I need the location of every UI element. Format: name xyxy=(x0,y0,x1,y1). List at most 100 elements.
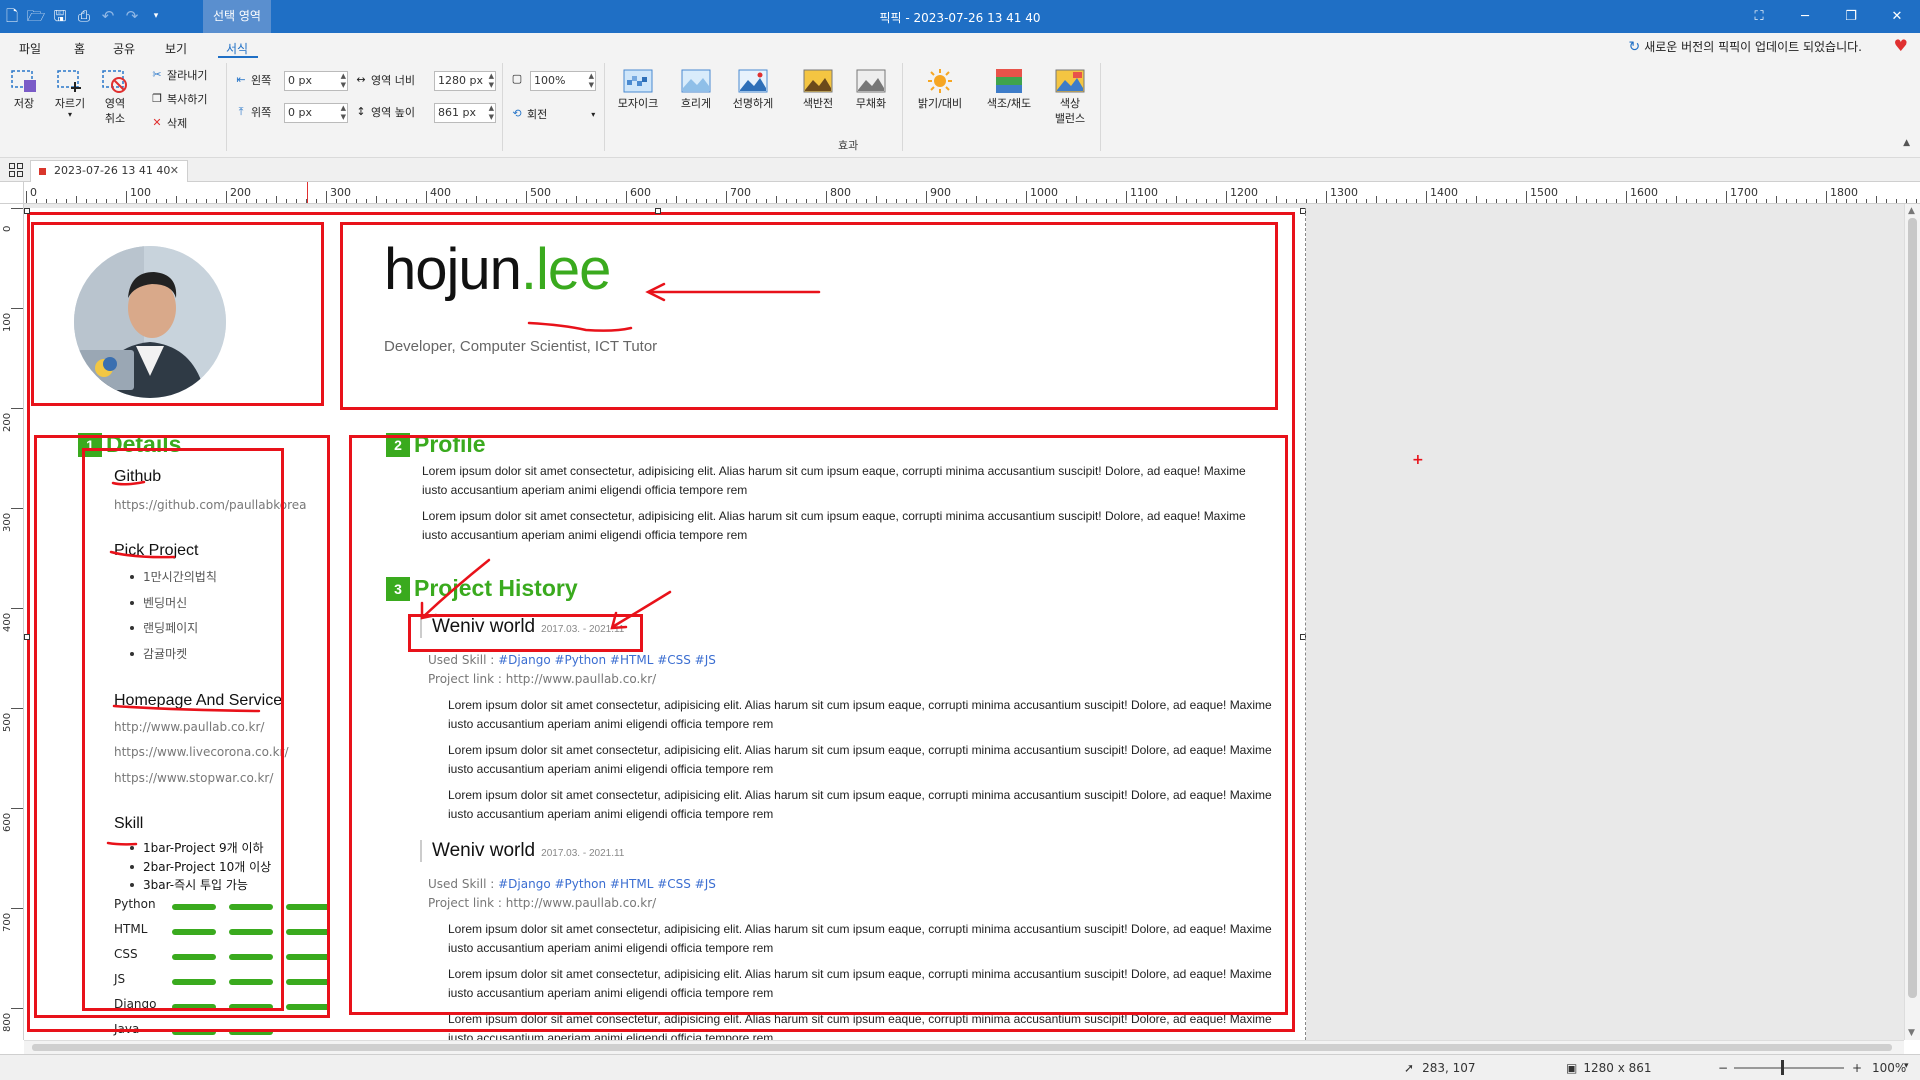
ruler-minor-tick xyxy=(1466,199,1467,203)
height-icon: ↕ xyxy=(356,105,366,118)
ruler-minor-tick xyxy=(276,196,277,203)
ruler-minor-tick xyxy=(1036,199,1037,203)
selection-handle[interactable] xyxy=(24,208,30,214)
horizontal-scrollbar[interactable] xyxy=(24,1040,1904,1054)
ruler-minor-tick xyxy=(1556,199,1557,203)
scroll-down-icon[interactable]: ▼ xyxy=(1908,1028,1915,1038)
menu-view[interactable]: 보기 xyxy=(165,40,187,57)
copy-button[interactable]: ❐ 복사하기 xyxy=(150,91,207,107)
zoom-slider-track[interactable] xyxy=(1734,1067,1844,1069)
ruler-minor-tick xyxy=(1216,199,1217,203)
scroll-up-icon[interactable]: ▲ xyxy=(1908,206,1915,216)
selection-handle[interactable] xyxy=(655,208,661,214)
crop-button[interactable]: 자르기 ▾ xyxy=(52,68,88,119)
ruler-minor-tick xyxy=(596,199,597,203)
selection-handle[interactable] xyxy=(24,634,30,640)
zoom-input[interactable]: 100% ▲ ▼ xyxy=(530,71,596,91)
ruler-tick xyxy=(726,191,727,203)
mosaic-button[interactable]: 모자이크 xyxy=(614,68,662,111)
ruler-minor-tick xyxy=(1686,199,1687,203)
menu-file[interactable]: 파일 xyxy=(19,40,41,57)
grid-view-icon[interactable] xyxy=(8,162,24,178)
zoom-level[interactable]: 100% xyxy=(1872,1061,1906,1075)
ruler-tick xyxy=(11,608,23,609)
ruler-minor-tick xyxy=(1786,199,1787,203)
blur-button[interactable]: 흐리게 xyxy=(672,68,720,111)
spin-arrows-icon[interactable]: ▲ ▼ xyxy=(341,72,346,90)
color-balance-button[interactable]: 색상 밸런스 xyxy=(1048,68,1092,126)
spin-arrows-icon[interactable]: ▲ ▼ xyxy=(589,72,594,90)
ruler-minor-tick xyxy=(1406,199,1407,203)
ruler-minor-tick xyxy=(1896,199,1897,203)
horizontal-scroll-thumb[interactable] xyxy=(32,1044,1892,1051)
ruler-minor-tick xyxy=(606,199,607,203)
ruler-minor-tick xyxy=(886,199,887,203)
width-input[interactable]: 1280 px ▲ ▼ xyxy=(434,71,496,91)
cancel-selection-button[interactable]: 영역 취소 xyxy=(98,68,132,126)
spin-arrows-icon[interactable]: ▲ ▼ xyxy=(489,104,494,122)
effects-group-label: 효과 xyxy=(838,139,859,152)
zoom-out-button[interactable]: − xyxy=(1718,1061,1728,1075)
grayscale-button[interactable]: 무채화 xyxy=(848,68,894,111)
ruler-tick-label: 1800 xyxy=(1830,186,1858,199)
menu-home[interactable]: 홈 xyxy=(74,40,85,57)
ruler-tick xyxy=(11,908,23,909)
sharpen-button[interactable]: 선명하게 xyxy=(726,68,780,111)
top-position-input[interactable]: 0 px ▲ ▼ xyxy=(284,103,348,123)
sharpen-label: 선명하게 xyxy=(732,97,774,110)
collapse-ribbon-icon[interactable]: ▲ xyxy=(1903,138,1910,148)
zoom-slider-thumb[interactable] xyxy=(1781,1060,1784,1075)
rotate-button[interactable]: ⟲ 회전 ▾ xyxy=(510,106,595,122)
captured-image[interactable]: hojun.lee Developer, Computer Scientist,… xyxy=(24,208,1306,1040)
height-input[interactable]: 861 px ▲ ▼ xyxy=(434,103,496,123)
ruler-minor-tick xyxy=(1746,199,1747,203)
ruler-minor-tick xyxy=(836,199,837,203)
title-bar: 🗋 🗁 🖫 ⎙ ↶ ↷ ▾ 선택 영역 픽픽 - 2023-07-26 13 4… xyxy=(0,0,1920,33)
cancel-selection-icon xyxy=(102,70,127,93)
ruler-minor-tick xyxy=(1856,199,1857,203)
menu-format[interactable]: 서식 xyxy=(226,40,248,57)
ruler-tick-label: 300 xyxy=(2,512,13,532)
ruler-minor-tick xyxy=(206,199,207,203)
save-button[interactable]: 저장 xyxy=(8,68,40,111)
delete-button[interactable]: ✕ 삭제 xyxy=(150,115,187,131)
ruler-minor-tick xyxy=(1866,199,1867,203)
cut-button[interactable]: ✂ 잘라내기 xyxy=(150,67,207,83)
restore-icon[interactable]: ❐ xyxy=(1828,0,1874,33)
refresh-icon: ↻ xyxy=(1628,38,1641,55)
canvas-area[interactable]: + hojun.lee Developer, Computer Scientis… xyxy=(24,204,1904,1040)
arrow-line xyxy=(612,590,672,628)
ruler-minor-tick xyxy=(186,199,187,203)
left-position-icon: ⇤ xyxy=(236,73,246,86)
zoom-dropdown-icon[interactable]: ▾ xyxy=(1904,1061,1909,1071)
update-notice[interactable]: ↻ 새로운 버전의 픽픽이 업데이트 되었습니다. xyxy=(1628,38,1862,55)
ruler-minor-tick xyxy=(1876,196,1877,203)
vertical-scrollbar[interactable]: ▲ ▼ xyxy=(1904,204,1920,1040)
close-icon[interactable]: ✕ xyxy=(1874,0,1920,33)
menu-share[interactable]: 공유 xyxy=(113,40,135,57)
ruler-minor-tick xyxy=(1416,199,1417,203)
ruler-minor-tick xyxy=(216,199,217,203)
cursor-position-value: 283, 107 xyxy=(1422,1061,1476,1075)
heart-icon[interactable]: ♥ xyxy=(1894,36,1908,55)
close-tab-icon[interactable]: ✕ xyxy=(170,161,179,181)
ruler-tick-label: 0 xyxy=(30,186,37,199)
document-tab[interactable]: 2023-07-26 13 41 40 ✕ xyxy=(30,160,188,182)
ribbon-separator xyxy=(1100,63,1101,151)
ruler-minor-tick xyxy=(516,199,517,203)
spin-arrows-icon[interactable]: ▲ ▼ xyxy=(489,72,494,90)
hue-saturation-button[interactable]: 색조/채도 xyxy=(978,68,1040,111)
ruler-minor-tick xyxy=(1366,199,1367,203)
brightness-button[interactable]: 밝기/대비 xyxy=(910,68,970,111)
ruler-minor-tick xyxy=(1436,199,1437,203)
resize-icon: ▢ xyxy=(511,72,523,85)
left-position-input[interactable]: 0 px ▲ ▼ xyxy=(284,71,348,91)
invert-button[interactable]: 색반전 xyxy=(795,68,841,111)
minimize-icon[interactable]: ─ xyxy=(1782,0,1828,33)
ruler-minor-tick xyxy=(1116,199,1117,203)
chevron-down-icon: ▾ xyxy=(591,109,596,119)
vertical-scroll-thumb[interactable] xyxy=(1908,218,1917,998)
capture-icon[interactable]: ⛶ xyxy=(1736,0,1782,33)
spin-arrows-icon[interactable]: ▲ ▼ xyxy=(341,104,346,122)
zoom-in-button[interactable]: + xyxy=(1852,1061,1862,1075)
